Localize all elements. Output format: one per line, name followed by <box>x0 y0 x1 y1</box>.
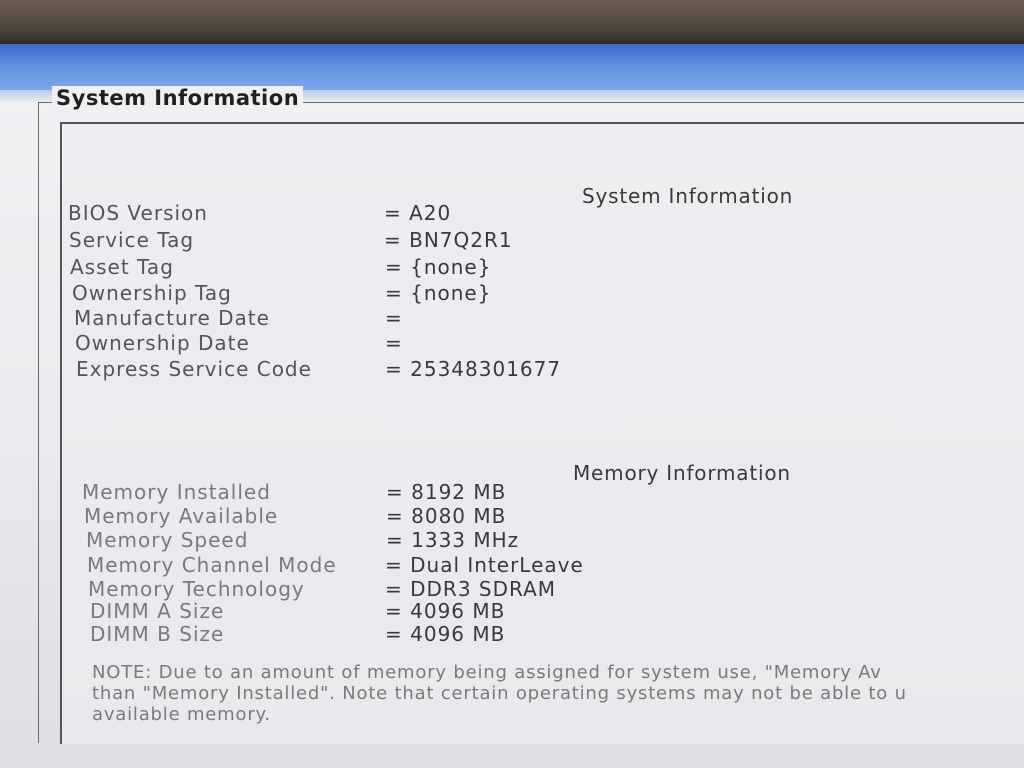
row-memory-channel-mode: Memory Channel Mode = Dual InterLeave <box>87 553 647 577</box>
row-value: = 8192 MB <box>386 480 507 504</box>
row-label: Asset Tag <box>70 255 174 279</box>
row-memory-installed: Memory Installed = 8192 MB <box>82 480 642 504</box>
row-value: = 4096 MB <box>385 599 506 623</box>
row-memory-available: Memory Available = 8080 MB <box>84 504 644 528</box>
row-memory-speed: Memory Speed = 1333 MHz <box>86 528 646 552</box>
row-value: = 4096 MB <box>385 622 506 646</box>
group-title: System Information <box>52 86 304 110</box>
row-value: = {none} <box>385 255 492 279</box>
row-value: = 25348301677 <box>385 357 562 381</box>
row-value: = DDR3 SDRAM <box>385 577 557 601</box>
row-label: Ownership Tag <box>72 281 232 305</box>
note-line-2: than "Memory Installed". Note that certa… <box>92 683 907 704</box>
row-value: = 8080 MB <box>386 504 507 528</box>
row-service-tag: Service Tag = BN7Q2R1 <box>69 228 629 252</box>
row-value: = <box>385 331 403 355</box>
row-value: = 1333 MHz <box>386 528 520 552</box>
row-asset-tag: Asset Tag = {none} <box>70 255 630 279</box>
row-dimm-b-size: DIMM B Size = 4096 MB <box>90 622 650 646</box>
row-label: Memory Available <box>84 504 279 528</box>
row-label: Memory Technology <box>88 577 305 601</box>
row-dimm-a-size: DIMM A Size = 4096 MB <box>90 599 650 623</box>
row-label: Service Tag <box>69 228 195 252</box>
row-label: DIMM A Size <box>90 599 225 623</box>
row-ownership-tag: Ownership Tag = {none} <box>72 281 632 305</box>
note-line-3: available memory. <box>92 704 271 725</box>
row-ownership-date: Ownership Date = <box>75 331 635 355</box>
row-express-service-code: Express Service Code = 25348301677 <box>76 357 636 381</box>
row-label: DIMM B Size <box>90 622 225 646</box>
window-title-bar <box>0 44 1024 90</box>
row-value: = Dual InterLeave <box>385 553 584 577</box>
row-value: = BN7Q2R1 <box>384 228 513 252</box>
row-label: BIOS Version <box>68 201 208 225</box>
row-value: = <box>385 306 403 330</box>
row-bios-version: BIOS Version = A20 <box>68 201 628 225</box>
row-value: = {none} <box>385 281 492 305</box>
row-manufacture-date: Manufacture Date = <box>74 306 634 330</box>
row-memory-technology: Memory Technology = DDR3 SDRAM <box>88 577 648 601</box>
row-label: Express Service Code <box>76 357 312 381</box>
row-label: Memory Installed <box>82 480 271 504</box>
memory-note: NOTE: Due to an amount of memory being a… <box>92 662 1024 725</box>
row-label: Memory Speed <box>86 528 249 552</box>
row-label: Manufacture Date <box>74 306 270 330</box>
row-label: Ownership Date <box>75 331 250 355</box>
note-line-1: NOTE: Due to an amount of memory being a… <box>92 662 882 683</box>
row-value: = A20 <box>384 201 452 225</box>
row-label: Memory Channel Mode <box>87 553 337 577</box>
